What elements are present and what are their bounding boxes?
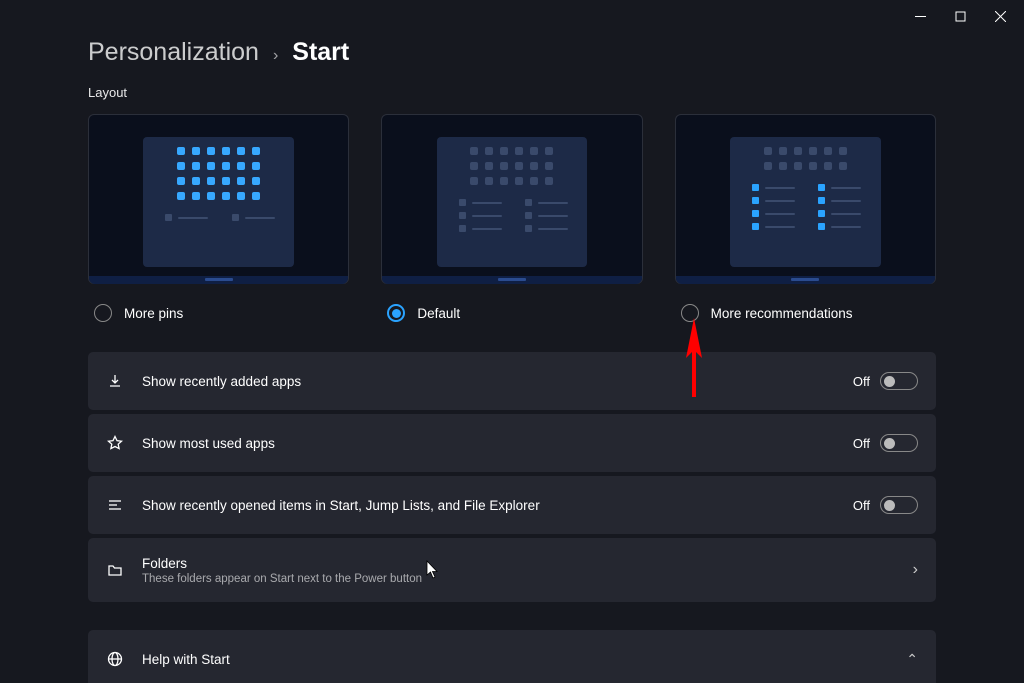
- setting-title: Show recently opened items in Start, Jum…: [142, 498, 835, 513]
- radio-icon: [681, 304, 699, 322]
- minimize-button[interactable]: [914, 10, 926, 22]
- setting-recent-items[interactable]: Show recently opened items in Start, Jum…: [88, 476, 936, 534]
- layout-preview-default[interactable]: [381, 114, 642, 284]
- breadcrumb-parent[interactable]: Personalization: [88, 38, 259, 67]
- close-button[interactable]: [994, 10, 1006, 22]
- setting-title: Show recently added apps: [142, 374, 835, 389]
- setting-subtitle: These folders appear on Start next to th…: [142, 573, 895, 585]
- radio-default[interactable]: Default: [381, 304, 642, 322]
- layout-radio-row: More pins Default More recommendations: [88, 304, 936, 322]
- radio-more-recommendations[interactable]: More recommendations: [675, 304, 936, 322]
- list-icon: [106, 497, 124, 513]
- layout-preview-more-pins[interactable]: [88, 114, 349, 284]
- setting-help[interactable]: Help with Start ⌃: [88, 630, 936, 683]
- toggle-state: Off: [853, 436, 870, 451]
- folder-icon: [106, 562, 124, 578]
- titlebar: [0, 0, 1024, 28]
- setting-folders[interactable]: Folders These folders appear on Start ne…: [88, 538, 936, 602]
- download-icon: [106, 373, 124, 389]
- layout-section-label: Layout: [88, 85, 936, 100]
- toggle-switch[interactable]: [880, 496, 918, 514]
- toggle-state: Off: [853, 374, 870, 389]
- chevron-up-icon: ⌃: [906, 651, 918, 668]
- chevron-right-icon: ›: [913, 561, 918, 579]
- layout-preview-more-recommendations[interactable]: [675, 114, 936, 284]
- chevron-right-icon: ›: [273, 47, 278, 65]
- toggle-switch[interactable]: [880, 434, 918, 452]
- setting-title: Show most used apps: [142, 436, 835, 451]
- setting-recent-apps[interactable]: Show recently added apps Off: [88, 352, 936, 410]
- layout-options: [88, 114, 936, 284]
- breadcrumb: Personalization › Start: [88, 38, 936, 67]
- setting-most-used[interactable]: Show most used apps Off: [88, 414, 936, 472]
- toggle-switch[interactable]: [880, 372, 918, 390]
- setting-title: Help with Start: [142, 652, 888, 667]
- radio-label: Default: [417, 306, 460, 321]
- radio-icon: [387, 304, 405, 322]
- radio-icon: [94, 304, 112, 322]
- breadcrumb-current: Start: [292, 38, 349, 67]
- maximize-button[interactable]: [954, 10, 966, 22]
- radio-more-pins[interactable]: More pins: [88, 304, 349, 322]
- globe-icon: [106, 651, 124, 667]
- setting-title: Folders: [142, 556, 895, 571]
- star-icon: [106, 435, 124, 451]
- toggle-state: Off: [853, 498, 870, 513]
- radio-label: More recommendations: [711, 306, 853, 321]
- radio-label: More pins: [124, 306, 183, 321]
